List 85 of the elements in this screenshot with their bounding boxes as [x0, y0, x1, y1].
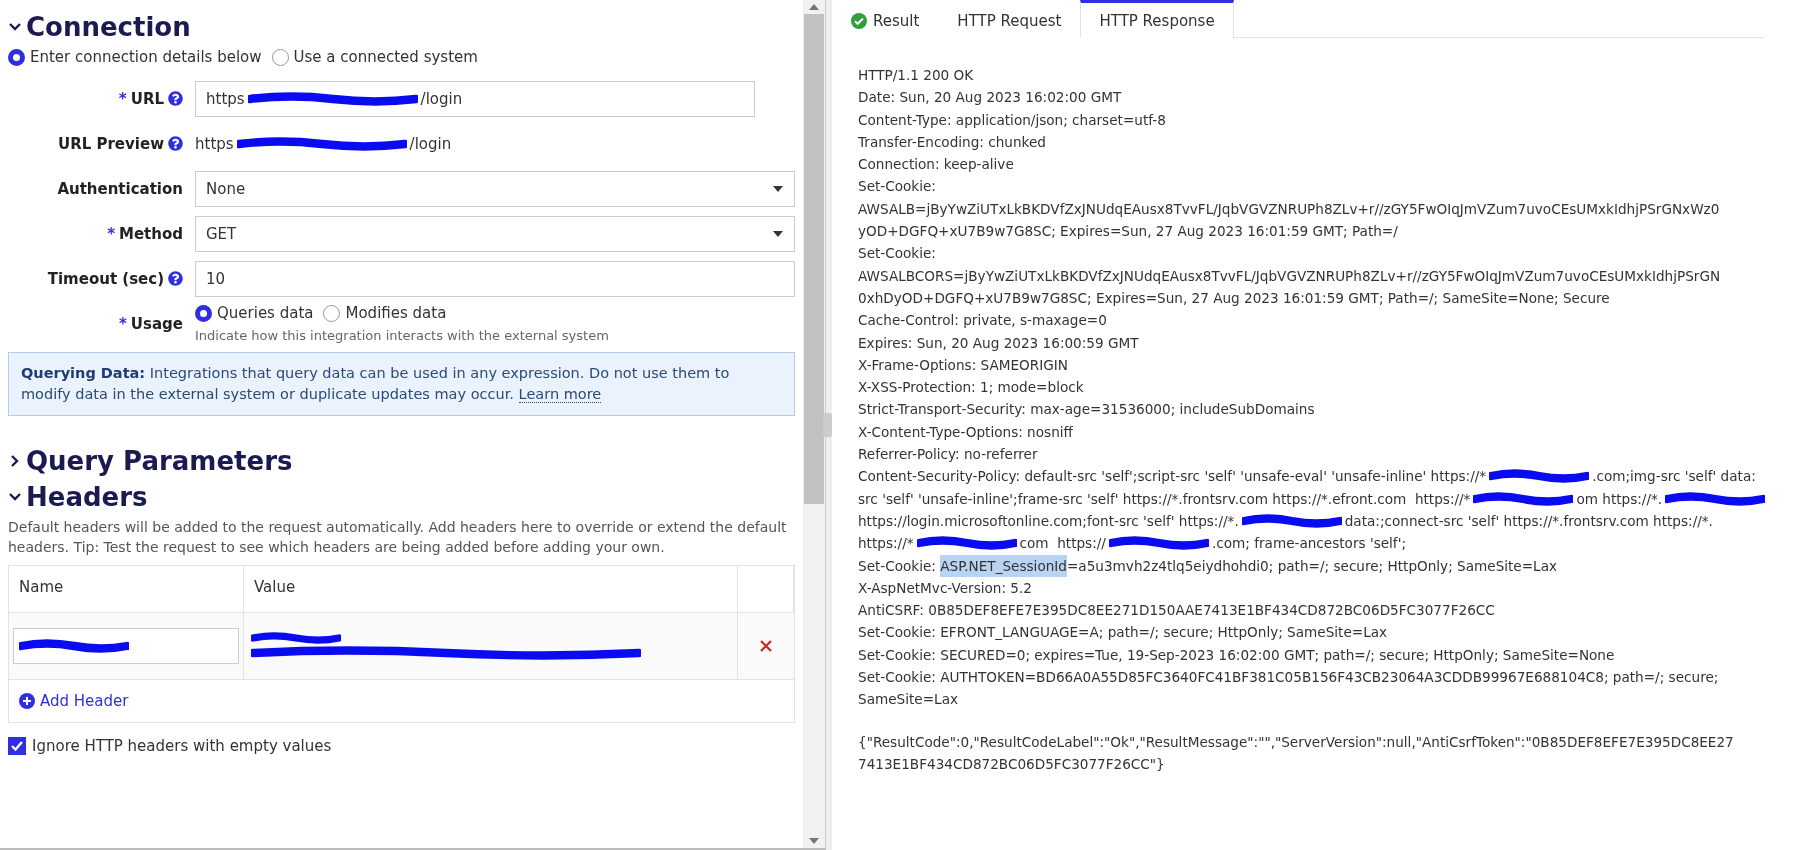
checkbox[interactable]: Ignore HTTP headers with empty values	[8, 737, 795, 756]
radio-option[interactable]: Queries data	[195, 304, 314, 322]
checkmark-icon	[10, 739, 24, 754]
response-line: data:;connect-src 'self' https://*.frontsrv.com https://*.	[1344, 511, 1713, 531]
response-line: Connection: keep-alive	[858, 155, 1014, 175]
response-line: Expires: Sun, 20 Aug 2023 16:00:59 GMT	[858, 333, 1139, 353]
response-line: Date: Sun, 20 Aug 2023 16:02:00 GMT	[858, 88, 1122, 108]
hint-text: Indicate how this integration interacts with the external system	[195, 328, 610, 343]
response-line: AWSALB=jByYwZiUTxLkBKDVfZxJNUdqEAusx8TvvFL/JqbVGVZNRUPh8ZLv+r//zGY5FwOIqJmVZum7uvoCEsUMxkIdhjPSrGNxWz0	[858, 199, 1720, 219]
response-line: X-Frame-Options: SAMEORIGIN	[858, 355, 1068, 375]
response-line: X-Content-Type-Options: nosniff	[858, 422, 1073, 442]
field-label: Timeout (sec)	[47, 269, 164, 288]
learn-more-link[interactable]: Learn more	[518, 386, 602, 403]
field-label: Method	[119, 224, 183, 243]
response-line: Strict-Transport-Security: max-age=31536000; includeSubDomains	[858, 400, 1315, 420]
response-line: src 'self' 'unsafe-inline';frame-src 'self' https://*.frontsrv.com https://*.efront.com https://*	[858, 489, 1471, 509]
response-line: Content-Security-Policy: default-src 'self';script-src 'self' 'unsafe-eval' 'unsafe-inline' https://*	[858, 467, 1487, 487]
input-field[interactable]: 10	[195, 260, 795, 297]
response-line: 0xhDyOD+DGFQ+xU7B9w7G8SC; Expires=Sun, 27 Aug 2023 16:01:59 GMT; Path=/; SameSite=None; Secure	[858, 288, 1610, 308]
help-icon[interactable]	[168, 136, 183, 151]
response-line: Set-Cookie:	[858, 244, 936, 264]
response-line: HTTP/1.1 200 OK	[858, 66, 974, 85]
response-line: https://login.microsoftonline.com;font-src 'self' https://*.	[858, 511, 1239, 531]
caret-icon	[772, 184, 784, 193]
response-line: =a5u3mvh2z4tlq5eiydhohdi0; path=/; secure; HttpOnly; SameSite=Lax	[1067, 556, 1558, 576]
splitter-handle[interactable]	[823, 413, 832, 437]
dropdown[interactable]: GET	[195, 215, 795, 252]
response-line: Set-Cookie: EFRONT_LANGUAGE=A; path=/; secure; HttpOnly; SameSite=Lax	[858, 623, 1388, 643]
required-asterisk: *	[119, 314, 127, 333]
response-line: Set-Cookie:	[858, 556, 937, 576]
column-header: Name	[9, 566, 244, 613]
response-line: om https://*.	[1576, 489, 1663, 509]
response-line: Transfer-Encoding: chunked	[858, 132, 1046, 152]
response-line: Set-Cookie:	[858, 177, 936, 197]
response-line: AntiCSRF: 0B85DEF8EFE7E395DC8EE271D150AAE7413E1BF434CD872BC06D5FC3077F26CC	[858, 601, 1495, 621]
required-asterisk: *	[107, 224, 115, 243]
response-line: X-XSS-Protection: 1; mode=block	[858, 378, 1084, 398]
response-line: Cache-Control: private, s-maxage=0	[858, 311, 1107, 331]
field-label: Authentication	[57, 179, 183, 198]
dropdown[interactable]: None	[195, 170, 795, 207]
response-body-line: 7413E1BF434CD872BC06D5FC3077F26CC"}	[858, 754, 1165, 774]
tab[interactable]: HTTP Response	[1080, 0, 1234, 38]
plus-circle-icon	[19, 693, 35, 710]
response-line: Set-Cookie: SECURED=0; expires=Tue, 19-Sep-2023 16:02:00 GMT; path=/; secure; HttpOnly; SameSite=None	[858, 645, 1615, 665]
response-line: com https://	[1019, 534, 1106, 554]
scroll-down-icon[interactable]	[809, 838, 819, 844]
help-icon[interactable]	[168, 271, 183, 286]
column-header: Value	[244, 566, 738, 613]
field-label: URL	[130, 89, 164, 108]
field-value-text: 10	[206, 269, 226, 288]
response-line: AWSALBCORS=jByYwZiUTxLkBKDVfZxJNUdqEAusx8TvvFL/JqbVGVZNRUPh8ZLv+r//zGY5FwOIqJmVZum7uvoCEsUMxkIdhjPSrGN	[858, 266, 1721, 286]
help-icon[interactable]	[168, 91, 183, 106]
field-value-text: /login	[409, 134, 452, 153]
field-value-text: /login	[420, 89, 463, 108]
selected-text: ASP.NET_SessionId	[940, 554, 1067, 577]
field-label: Usage	[130, 314, 183, 333]
response-line: .com; frame-ancestors 'self';	[1211, 534, 1406, 554]
section-header[interactable]: Connection	[8, 12, 191, 42]
response-line: X-AspNetMvc-Version: 5.2	[858, 578, 1032, 598]
response-line: yOD+DGFQ+xU7B9w7G8SC; Expires=Sun, 27 Aug 2023 16:01:59 GMT; Path=/	[858, 222, 1398, 242]
required-asterisk: *	[118, 89, 127, 108]
response-line: Referrer-Policy: no-referrer	[858, 445, 1038, 465]
response-line: Set-Cookie: AUTHTOKEN=BD66A0A55D85FC3640FC41BF381C05B156F43CB23064A3CDDB99967E688104C8; path=/; secure;	[858, 668, 1719, 687]
field-value-text: https	[206, 89, 245, 108]
close-icon	[759, 639, 773, 654]
response-line: https://*	[858, 534, 914, 554]
info-message: Querying Data: Integrations that query data can be used in any expression. Do not use them to modify data in the external system or duplicate updates may occur. Learn more	[8, 352, 795, 417]
add-header-button[interactable]: Add Header	[19, 692, 129, 711]
response-line: Content-Type: application/json; charset=utf-8	[858, 110, 1166, 130]
response-line: .com;img-src 'self' data:	[1592, 467, 1756, 487]
response-body-line: {"ResultCode":0,"ResultCodeLabel":"Ok","ResultMessage":"","ServerVersion":null,"AntiCsrfToken":"0B85DEF8EFE7E395DC8EE27	[858, 732, 1734, 752]
input-field[interactable]: https /login	[195, 80, 755, 117]
radio-option[interactable]: Enter connection details below	[8, 48, 262, 66]
radio-option[interactable]: Use a connected system	[271, 48, 478, 66]
input-field[interactable]	[13, 628, 239, 665]
section-header[interactable]: Headers	[8, 482, 148, 513]
field-label: URL Preview	[57, 134, 164, 153]
radio-option[interactable]: Modifies data	[323, 304, 447, 322]
description-text: Default headers will be added to the request automatically. Add headers here to override or extend the default headers. Tip: Test the request to see which headers are being added before adding your own.	[8, 518, 788, 557]
response-line: SameSite=Lax	[858, 690, 958, 710]
scroll-up-icon[interactable]	[809, 4, 819, 10]
scrollbar[interactable]	[803, 0, 825, 848]
field-value-text: https	[195, 134, 234, 153]
caret-icon	[772, 229, 784, 238]
section-header[interactable]: Query Parameters	[8, 446, 293, 477]
